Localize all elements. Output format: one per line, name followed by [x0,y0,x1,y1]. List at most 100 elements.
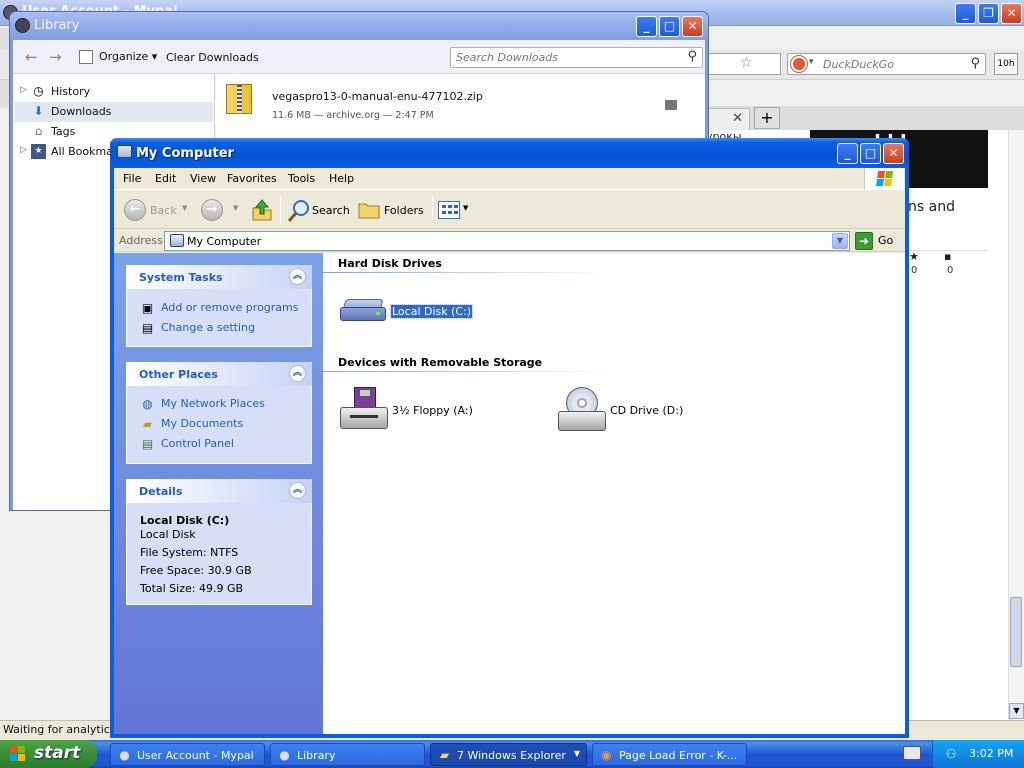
network-icon[interactable]: ⚇ [943,746,959,762]
control-panel-link[interactable]: Control Panel [161,437,234,450]
sidebar-item-label: History [51,85,91,98]
chevron-down-icon[interactable]: ▼ [182,204,187,212]
go-button[interactable]: Go [878,234,893,247]
collapse-chevron-icon[interactable]: ︽ [289,268,306,285]
browser-search-box[interactable]: ▾ DuckDuckGo ⚲ [787,53,986,75]
chevron-down-icon[interactable]: ▼ [233,204,238,212]
my-network-places-link[interactable]: My Network Places [161,397,265,410]
details-group: Details ︽ Local Disk (C:) Local Disk Fil… [126,479,312,605]
details-free-space: Free Space: 30.9 GB [140,564,252,577]
menu-help[interactable]: Help [329,172,354,185]
go-arrow-icon[interactable]: ➜ [855,232,873,250]
download-item[interactable]: vegaspro13-0-manual-enu-477102.zip 11.6 … [218,78,693,128]
group-header[interactable]: System Tasks ︽ [126,265,312,289]
menu-favorites[interactable]: Favorites [227,172,277,185]
star-icon[interactable]: ★ [909,250,919,263]
taskbar-button-library[interactable]: ● Library [270,743,425,766]
organize-label: Organize [99,50,149,63]
collapse-chevron-icon[interactable]: ︽ [289,482,306,499]
comment-icon[interactable]: ▪ [944,250,951,263]
new-tab-button[interactable]: + [754,107,780,129]
keyboard-icon[interactable] [903,746,921,760]
search-icon[interactable]: ⚲ [687,49,697,64]
folders-icon[interactable] [358,201,380,219]
views-icon[interactable] [438,201,460,219]
download-meta: 11.6 MB — archive.org — 2:47 PM [272,110,434,121]
details-title: Details [139,485,183,498]
browser-icon: ◉ [601,748,612,762]
folders-button[interactable]: Folders [384,204,424,217]
chevron-down-icon[interactable]: ▼ [574,749,580,758]
section-divider [323,272,613,273]
up-folder-icon[interactable] [251,198,273,222]
close-icon[interactable]: ✕ [732,111,743,126]
start-button[interactable]: start [0,740,97,768]
likes-count: 0 [911,265,918,276]
maximize-button[interactable]: □ [860,143,881,164]
my-documents-link[interactable]: My Documents [161,417,243,430]
minimize-button[interactable]: _ [837,143,858,164]
expand-twisty-icon[interactable]: ▷ [20,145,27,155]
library-close-button[interactable]: ✕ [682,16,703,37]
chevron-down-icon[interactable]: ▾ [809,57,814,67]
organize-icon[interactable] [79,50,93,64]
menu-tools[interactable]: Tools [288,172,315,185]
removable-section-header: Devices with Removable Storage [338,356,543,369]
forward-arrow-icon[interactable]: → [201,199,223,221]
library-maximize-button[interactable]: □ [659,16,680,37]
my-computer-titlebar[interactable]: My Computer _ □ ✕ [110,138,909,168]
add-remove-programs-link[interactable]: Add or remove programs [161,301,299,314]
organize-button[interactable]: Organize ▾ [99,50,157,63]
local-disk-label: Local Disk (C:) [389,304,474,319]
sidebar-item-downloads[interactable]: ⬇ Downloads [15,102,213,122]
standard-toolbar: ← Back ▼ → ▼ Search Folders ▼ [114,191,905,229]
clear-downloads-button[interactable]: Clear Downloads [166,51,259,64]
windows-logo-icon [864,168,904,190]
clock[interactable]: 3:02 PM [969,747,1013,760]
floppy-label: 3½ Floppy (A:) [392,404,473,417]
chevron-down-icon[interactable]: ▼ [832,233,848,249]
library-titlebar[interactable]: Library _ □ ✕ [10,12,708,40]
browser-restore-button[interactable]: ❐ [978,3,999,24]
taskbar-button-label: 7 Windows Explorer [457,749,566,762]
search-icon[interactable] [286,198,312,224]
sidebar-item-history[interactable]: ▷ ◷ History [15,82,213,102]
library-search-input[interactable]: Search Downloads ⚲ [450,47,703,68]
toolbar-separator [432,197,433,223]
windows-logo-icon [10,746,26,762]
floppy-drive-icon [340,387,388,433]
search-icon[interactable]: ⚲ [970,56,980,71]
scrollbar-thumb[interactable] [1010,597,1022,667]
menu-view[interactable]: View [190,172,216,185]
taskbar-button-windows-explorer[interactable]: ▰ 7 Windows Explorer ▼ [430,743,587,766]
address-input[interactable]: My Computer ▼ [164,231,850,251]
duckduckgo-icon[interactable] [791,56,807,72]
close-button[interactable]: ✕ [883,143,904,164]
back-button[interactable]: Back [150,204,177,217]
library-minimize-button[interactable]: _ [636,16,657,37]
menu-file[interactable]: File [123,172,141,185]
group-header[interactable]: Details ︽ [126,479,312,503]
change-setting-link[interactable]: Change a setting [161,321,255,334]
browser-minimize-button[interactable]: _ [955,3,976,24]
addon-button[interactable]: 10h [994,53,1018,75]
search-button[interactable]: Search [312,204,350,217]
menu-edit[interactable]: Edit [155,172,176,185]
open-folder-icon[interactable] [665,100,677,110]
expand-twisty-icon[interactable]: ▷ [20,85,27,95]
scroll-down-arrow-icon[interactable]: ▼ [1009,703,1024,719]
forward-arrow-icon[interactable]: → [49,48,62,66]
chevron-down-icon[interactable]: ▼ [463,204,468,212]
back-arrow-icon[interactable]: ← [124,199,146,221]
taskbar-button-user-account[interactable]: ● User Account - Mypal [110,743,265,766]
back-arrow-icon[interactable]: ← [25,48,38,66]
group-header[interactable]: Other Places ︽ [126,362,312,386]
collapse-chevron-icon[interactable]: ︽ [289,365,306,382]
address-label: Address [119,234,163,247]
browser-close-button[interactable]: ✕ [1001,3,1022,24]
sidebar-item-label: Tags [51,125,76,138]
my-documents-icon: ▰ [142,417,153,431]
address-value: My Computer [187,235,262,248]
bookmark-star-icon[interactable]: ☆ [740,55,753,71]
taskbar-button-page-load-error[interactable]: ◉ Page Load Error - K-... [592,743,747,766]
